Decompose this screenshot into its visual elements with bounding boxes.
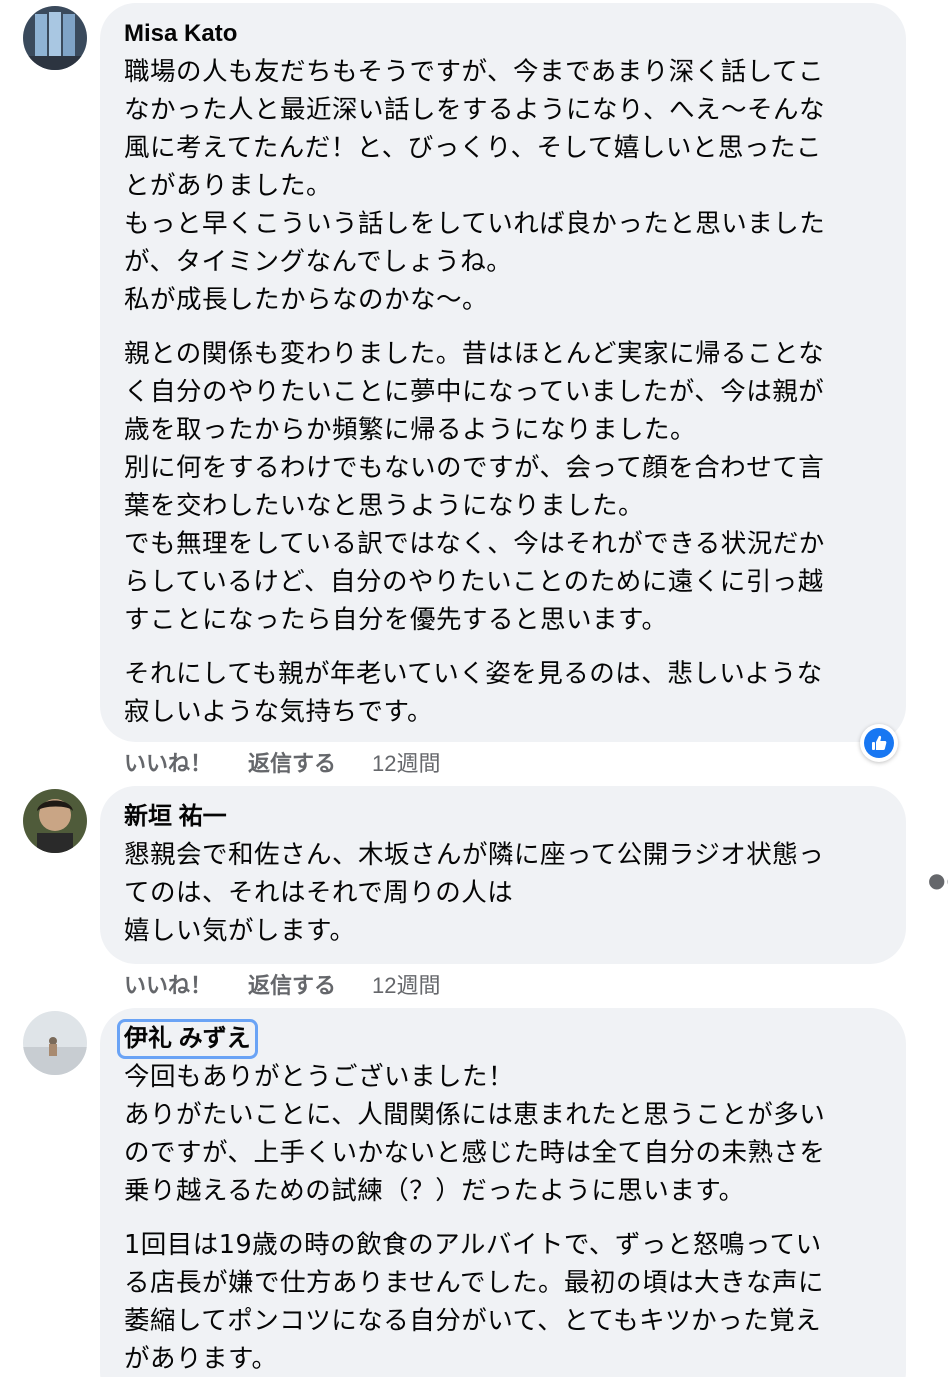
reply-button[interactable]: 返信する [248, 746, 336, 778]
thumbs-up-icon [864, 728, 894, 758]
comment-bubble: 伊礼 みずえ 今回もありがとうございました！ ありがたいことに、人間関係には恵ま… [100, 1008, 906, 1377]
comment-line: なかった人と最近深い話しをするようになり、へえ〜そんな [124, 95, 825, 125]
like-button[interactable]: いいね！ [124, 968, 212, 1000]
comment-bubble: 新垣 祐一 懇親会で和佐さん、木坂さんが隣に座って公開ラジオ状態っ てのは、それ… [100, 786, 906, 964]
comment-line: もっと早くこういう話しをしていれば良かったと思いました [124, 209, 826, 239]
comment-line: てのは、それはそれで周りの人は [124, 878, 514, 908]
comment-paragraph: 親との関係も変わりました。昔はほとんど実家に帰ることな く自分のやりたいことに夢… [124, 335, 882, 639]
reply-button[interactable]: 返信する [248, 968, 336, 1000]
timestamp-link[interactable]: 12週間 [372, 746, 440, 778]
comment-author[interactable]: Misa Kato [124, 19, 237, 49]
avatar[interactable] [23, 1011, 87, 1075]
comment-actions: いいね！ 返信する 12週間 [124, 746, 477, 778]
comment-bubble: Misa Kato 職場の人も友だちもそうですが、今まであまり深く話してこ なか… [100, 3, 906, 742]
comment-paragraph: 1回目は19歳の時の飲食のアルバイトで、ずっと怒鳴ってい る店長が嫌で仕方ありま… [124, 1226, 882, 1377]
comment-line: 職場の人も友だちもそうですが、今まであまり深く話してこ [124, 57, 824, 87]
comment-line: 親との関係も変わりました。昔はほとんど実家に帰ることな [124, 339, 825, 369]
more-horizontal-icon[interactable]: ●● [928, 868, 948, 892]
avatar[interactable] [23, 6, 87, 70]
timestamp-link[interactable]: 12週間 [372, 968, 440, 1000]
comment-line: 寂しいような気持ちです。 [124, 697, 433, 727]
comment-line: 風に考えてたんだ！と、びっくり、そして嬉しいと思ったこ [124, 133, 822, 163]
comment-line: が、タイミングなんでしょうね。 [124, 247, 513, 277]
comment-line: 歳を取ったからか頻繁に帰るようになりました。 [124, 415, 697, 445]
comment-line: 私が成長したからなのかな〜。 [124, 285, 489, 315]
comment-line: でも無理をしている訳ではなく、今はそれができる状況だか [124, 529, 825, 559]
avatar[interactable] [23, 789, 87, 853]
comment-author[interactable]: 伊礼 みずえ [117, 1019, 258, 1059]
comment-line: 1回目は19歳の時の飲食のアルバイトで、ずっと怒鳴ってい [124, 1230, 822, 1260]
comment-line: とがありました。 [124, 171, 333, 201]
comment-paragraph: 今回もありがとうございました！ ありがたいことに、人間関係には恵まれたと思うこと… [124, 1058, 882, 1210]
avatar-photo-icon [23, 6, 87, 70]
comment-author[interactable]: 新垣 祐一 [124, 802, 227, 832]
like-button[interactable]: いいね！ [124, 746, 212, 778]
comment-line: のですが、上手くいかないと感じた時は全て自分の未熟さを [124, 1138, 826, 1168]
comment-paragraph: それにしても親が年老いていく姿を見るのは、悲しいような 寂しいような気持ちです。 [124, 655, 882, 731]
comment-actions: いいね！ 返信する 12週間 [124, 968, 477, 1000]
comment-line: があります。 [124, 1344, 278, 1374]
comment-line: 萎縮してポンコツになる自分がいて、とてもキツかった覚え [124, 1306, 822, 1336]
comment-line: ありがたいことに、人間関係には恵まれたと思うことが多い [124, 1100, 826, 1130]
comment-line: く自分のやりたいことに夢中になっていましたが、今は親が [124, 377, 825, 407]
comment-line: 今回もありがとうございました！ [124, 1062, 515, 1092]
comment-line: らしているけど、自分のやりたいことのために遠くに引っ越 [124, 567, 824, 597]
comment-line: 別に何をするわけでもないのですが、会って顔を合わせて言 [124, 453, 825, 483]
comment-paragraph: 懇親会で和佐さん、木坂さんが隣に座って公開ラジオ状態っ てのは、それはそれで周り… [124, 836, 882, 950]
comment-line: すことになったら自分を優先すると思います。 [124, 605, 668, 635]
comment-line: 嬉しい気がします。 [124, 916, 356, 946]
comment-line: 乗り越えるための試練（？）だったように思います。 [124, 1176, 745, 1206]
comment-line: る店長が嫌で仕方ありませんでした。最初の頃は大きな声に [124, 1268, 824, 1298]
comment-line: それにしても親が年老いていく姿を見るのは、悲しいような [124, 659, 823, 689]
like-reaction-badge[interactable] [860, 724, 898, 762]
comment-paragraph: 職場の人も友だちもそうですが、今まであまり深く話してこ なかった人と最近深い話し… [124, 53, 882, 319]
avatar-photo-icon [23, 1011, 87, 1075]
comment-line: 懇親会で和佐さん、木坂さんが隣に座って公開ラジオ状態っ [124, 840, 825, 870]
comment-line: 葉を交わしたいなと思うようになりました。 [124, 491, 645, 521]
avatar-photo-icon [23, 789, 87, 853]
